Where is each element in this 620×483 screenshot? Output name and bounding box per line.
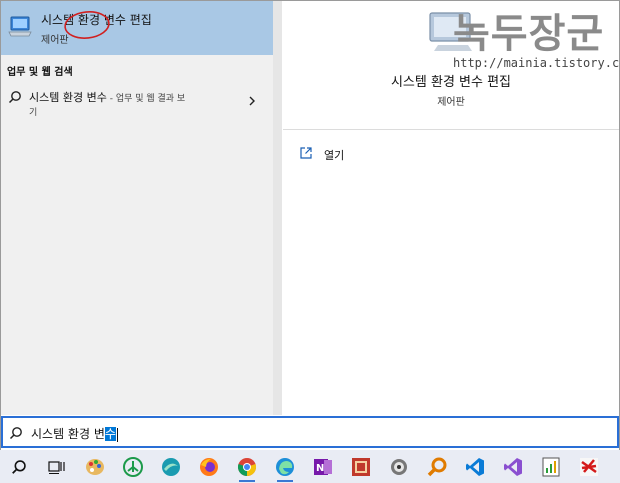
watermark-text: 녹두장군	[453, 11, 605, 57]
search-icon	[12, 459, 26, 474]
taskbar-browser-swirl[interactable]	[152, 450, 190, 483]
text-cursor	[116, 427, 118, 442]
svg-text:N: N	[316, 463, 324, 474]
web-result-suffix-wrap: 기	[29, 108, 38, 118]
taskbar-notepad-chart[interactable]	[532, 450, 570, 483]
task-view-icon	[48, 460, 65, 474]
magnifier-app-icon	[427, 457, 447, 476]
web-search-result[interactable]: 시스템 환경 변수 - 업무 및 웹 결과 보 기	[1, 81, 273, 121]
web-result-suffix: - 업무 및 웹 결과 보	[106, 94, 186, 104]
taskbar-chrome[interactable]	[228, 450, 266, 483]
filmstrip-icon	[352, 457, 370, 476]
taskbar-task-view[interactable]	[38, 450, 76, 483]
taskbar-onenote[interactable]: N	[304, 450, 342, 483]
visual-studio-icon	[504, 457, 522, 476]
taskbar: N	[0, 450, 620, 483]
result-detail-panel: 녹두장군 http://mainia.tistory.com 시스템 환경 변수…	[283, 1, 620, 415]
search-results-panel: 시스템 환경 변수 편집 제어판 업무 및 웹 검색 시스템 환경 변수 - 업…	[1, 1, 282, 415]
red-app-icon	[580, 457, 598, 476]
running-indicator	[277, 480, 293, 482]
taskbar-paint[interactable]	[76, 450, 114, 483]
system-properties-icon	[8, 16, 32, 37]
watermark-url: http://mainia.tistory.com	[453, 56, 620, 70]
paint-palette-icon	[86, 458, 104, 475]
taskbar-settings-wheel[interactable]	[380, 450, 418, 483]
chevron-right-icon[interactable]	[247, 95, 257, 107]
search-icon	[9, 427, 22, 440]
firefox-icon	[200, 457, 218, 476]
taskbar-red-app[interactable]	[570, 450, 608, 483]
taskbar-tree-app[interactable]	[114, 450, 152, 483]
open-label: 열기	[324, 149, 345, 162]
taskbar-magnifier-app[interactable]	[418, 450, 456, 483]
red-circle-annotation	[64, 11, 110, 39]
taskbar-firefox[interactable]	[190, 450, 228, 483]
chrome-icon	[237, 457, 257, 476]
notepad-chart-icon	[542, 457, 560, 476]
settings-wheel-icon	[391, 458, 407, 475]
detail-subtitle: 제어판	[437, 97, 465, 108]
open-action[interactable]: 열기	[298, 143, 448, 165]
browser-swirl-icon	[162, 457, 180, 476]
tree-app-icon	[123, 456, 143, 477]
search-input[interactable]: 시스템 환경 변수	[31, 425, 118, 442]
taskbar-vscode[interactable]	[456, 450, 494, 483]
search-query-text: 시스템 환경 변	[31, 427, 105, 441]
search-box[interactable]: 시스템 환경 변수	[1, 416, 619, 448]
open-icon	[300, 147, 312, 159]
running-indicator	[239, 480, 255, 482]
detail-title: 시스템 환경 변수 편집	[390, 75, 512, 90]
taskbar-filmstrip[interactable]	[342, 450, 380, 483]
web-search-heading: 업무 및 웹 검색	[7, 67, 73, 78]
best-match-result[interactable]: 시스템 환경 변수 편집 제어판	[1, 1, 273, 55]
taskbar-visual-studio[interactable]	[494, 450, 532, 483]
results-scrollbar[interactable]	[273, 1, 282, 415]
search-icon	[8, 91, 21, 104]
onenote-icon: N	[314, 458, 332, 475]
edge-icon	[276, 457, 294, 476]
detail-divider	[283, 129, 619, 130]
web-result-query: 시스템 환경 변수	[29, 91, 107, 104]
taskbar-edge[interactable]	[266, 450, 304, 483]
vscode-icon	[466, 457, 484, 476]
search-query-selected: 수	[104, 427, 116, 441]
taskbar-search-button[interactable]	[0, 450, 38, 483]
web-result-text: 시스템 환경 변수 - 업무 및 웹 결과 보	[29, 89, 185, 105]
